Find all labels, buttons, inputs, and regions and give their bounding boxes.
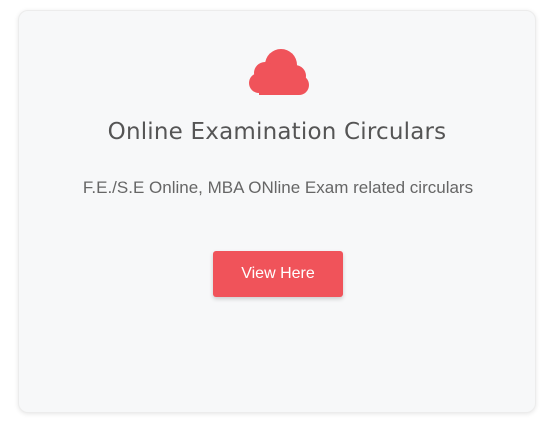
cloud-icon: [245, 43, 311, 99]
circulars-card: Online Examination Circulars F.E./S.E On…: [18, 10, 536, 413]
view-here-button[interactable]: View Here: [213, 251, 343, 297]
card-description: F.E./S.E Online, MBA ONline Exam related…: [82, 178, 474, 197]
card-title: Online Examination Circulars: [107, 119, 447, 145]
